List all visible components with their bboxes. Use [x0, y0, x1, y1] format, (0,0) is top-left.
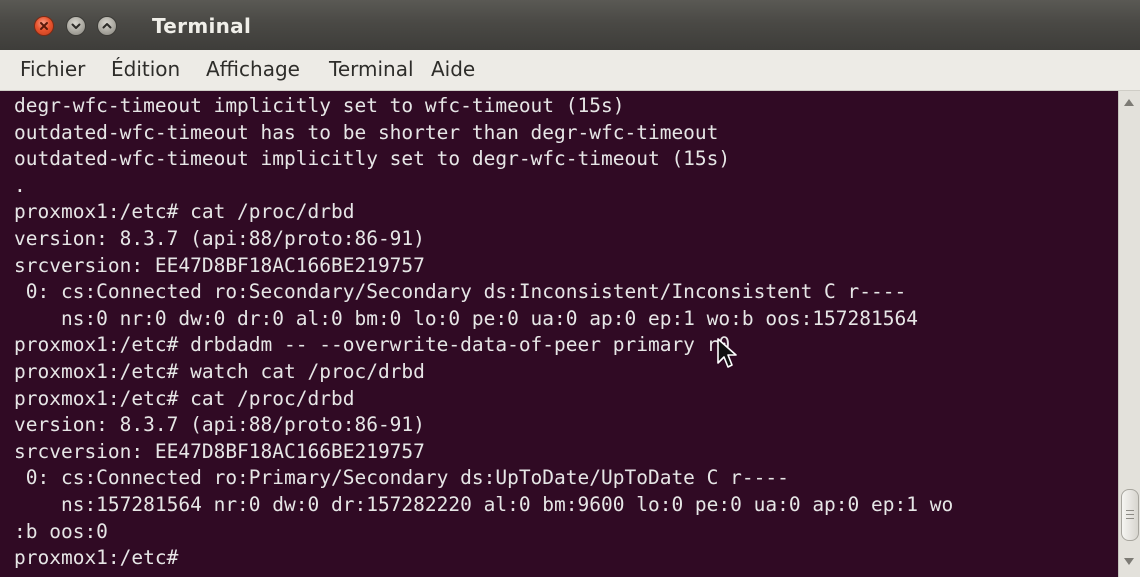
terminal-line: proxmox1:/etc# watch cat /proc/drbd: [14, 359, 425, 383]
terminal-line: ns:0 nr:0 dw:0 dr:0 al:0 bm:0 lo:0 pe:0 …: [14, 306, 918, 330]
menu-edition[interactable]: Édition: [111, 57, 180, 81]
menu-terminal[interactable]: Terminal: [329, 57, 414, 81]
terminal-line: degr-wfc-timeout implicitly set to wfc-t…: [14, 94, 625, 117]
terminal-line: proxmox1:/etc# cat /proc/drbd: [14, 200, 355, 224]
terminal-line: 0: cs:Connected ro:Secondary/Secondary d…: [14, 280, 907, 304]
maximize-button[interactable]: [97, 16, 117, 36]
terminal-line: 0: cs:Connected ro:Primary/Secondary ds:…: [14, 466, 789, 490]
vertical-scrollbar[interactable]: [1118, 91, 1140, 577]
terminal-line: outdated-wfc-timeout has to be shorter t…: [14, 120, 719, 144]
title-bar[interactable]: Terminal: [0, 0, 1140, 50]
menu-fichier[interactable]: Fichier: [20, 57, 85, 81]
mouse-pointer-icon: [717, 338, 737, 368]
chevron-up-icon: [102, 23, 112, 29]
terminal-line: proxmox1:/etc# drbdadm -- --overwrite-da…: [14, 333, 731, 357]
terminal-line: proxmox1:/etc# cat /proc/drbd: [14, 386, 355, 410]
terminal-line: version: 8.3.7 (api:88/proto:86-91): [14, 413, 425, 437]
grip-line: [1126, 514, 1134, 515]
terminal-line: .: [14, 173, 26, 197]
chevron-down-icon: [71, 23, 81, 29]
terminal-line: srcversion: EE47D8BF18AC166BE219757: [14, 439, 425, 463]
terminal-window: Terminal Fichier Édition Affichage Termi…: [0, 0, 1140, 577]
menu-affichage[interactable]: Affichage: [206, 57, 300, 81]
terminal-output[interactable]: degr-wfc-timeout implicitly set to wfc-t…: [0, 91, 1118, 577]
terminal-line: ns:157281564 nr:0 dw:0 dr:157282220 al:0…: [14, 492, 954, 516]
arrow-down-icon[interactable]: [1124, 558, 1134, 565]
scrollbar-thumb[interactable]: [1121, 489, 1139, 541]
menu-bar: Fichier Édition Affichage Terminal Aide: [0, 50, 1140, 91]
menu-aide[interactable]: Aide: [431, 57, 475, 81]
window-title: Terminal: [152, 14, 252, 38]
terminal-line: :b oos:0: [14, 519, 108, 543]
close-icon: [40, 22, 48, 30]
minimize-button[interactable]: [66, 16, 86, 36]
terminal-line: srcversion: EE47D8BF18AC166BE219757: [14, 253, 425, 277]
terminal-prompt: proxmox1:/etc#: [14, 546, 179, 570]
terminal-lines: degr-wfc-timeout implicitly set to wfc-t…: [14, 93, 953, 572]
close-button[interactable]: [34, 16, 54, 36]
grip-line: [1126, 510, 1134, 511]
grip-line: [1126, 518, 1134, 519]
arrow-up-icon[interactable]: [1124, 99, 1134, 106]
terminal-line: outdated-wfc-timeout implicitly set to d…: [14, 147, 731, 171]
terminal-line: version: 8.3.7 (api:88/proto:86-91): [14, 226, 425, 250]
